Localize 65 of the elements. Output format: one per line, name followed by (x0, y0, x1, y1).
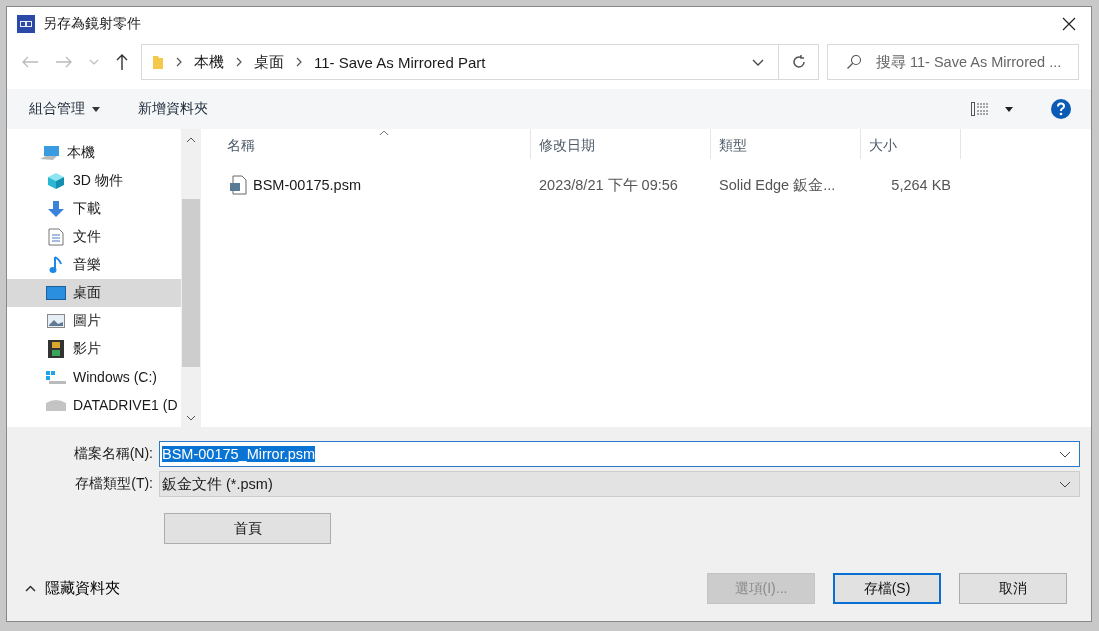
field-label: 檔案名稱(N): (72, 445, 154, 463)
help-icon[interactable] (1051, 99, 1071, 119)
hide-folders-button[interactable]: 隱藏資料夾 (19, 578, 126, 599)
column-header[interactable]: 大小 (861, 129, 961, 159)
navigation-item[interactable]: Windows (C:) (7, 363, 181, 391)
save-button[interactable]: 存檔(S) (833, 573, 941, 604)
chevron-right-icon (296, 57, 302, 67)
navigation-item[interactable]: 3D 物件 (7, 167, 181, 195)
chevron-up-icon (25, 585, 36, 592)
sort-caret-icon (379, 130, 389, 136)
up-arrow-icon[interactable] (115, 53, 129, 71)
file-type-dropdown[interactable]: 鈑金文件 (*.psm) (159, 471, 1080, 497)
film-icon (45, 340, 67, 358)
picture-frame-icon (45, 314, 67, 328)
chevron-right-icon (176, 57, 182, 67)
folder-icon (152, 54, 164, 70)
dropdown-caret-icon[interactable] (1005, 106, 1013, 112)
search-icon (846, 54, 862, 70)
home-button[interactable]: 首頁 (164, 513, 331, 544)
refresh-icon (790, 54, 807, 70)
desktop-icon (45, 286, 67, 300)
drive-icon (45, 370, 67, 384)
navigation-item[interactable]: 本機 (7, 139, 181, 167)
chevron-right-icon (236, 57, 242, 67)
navigation-item[interactable]: 下載 (7, 195, 181, 223)
window-title: 另存為鏡射零件 (43, 15, 141, 33)
document-icon (45, 228, 67, 246)
file-icon (229, 175, 247, 195)
drive-icon (45, 398, 67, 412)
computer-icon (39, 145, 61, 161)
table-cell-text: 2023/8/21 下午 09:56 (538, 175, 679, 195)
navigation-item[interactable]: 影片 (7, 335, 181, 363)
dialog-button[interactable]: 取消 (959, 573, 1067, 604)
scroll-up-icon[interactable] (186, 137, 196, 143)
column-header[interactable]: 名稱 (201, 129, 531, 159)
breadcrumb[interactable]: 11- Save As Mirrored Part (314, 53, 486, 71)
column-header[interactable]: 修改日期 (531, 129, 711, 159)
breadcrumb[interactable]: 桌面 (254, 52, 284, 72)
file-name-field[interactable]: BSM-00175_Mirror.psm (159, 441, 1080, 467)
organize-menu-button[interactable]: 組合管理 (21, 96, 108, 122)
chevron-down-icon[interactable] (752, 58, 764, 66)
new-folder-button[interactable]: 新增資料夾 (130, 96, 216, 122)
cube-icon (45, 172, 67, 190)
close-icon[interactable] (1062, 17, 1076, 31)
view-list-icon[interactable] (971, 102, 989, 116)
field-label: 存檔類型(T): (74, 475, 154, 493)
navigation-item[interactable]: 圖片 (7, 307, 181, 335)
chevron-down-icon[interactable] (1059, 450, 1071, 458)
column-header[interactable]: 類型 (711, 129, 861, 159)
scroll-down-icon[interactable] (186, 415, 196, 421)
refresh-button[interactable] (779, 44, 819, 80)
caret-icon (92, 106, 100, 112)
table-cell-text: 5,264 KB (890, 177, 952, 193)
table-cell-text: Solid Edge 鈑金... (718, 175, 837, 195)
navigation-item[interactable]: 文件 (7, 223, 181, 251)
search-field[interactable]: 搜尋 11- Save As Mirrored ... (827, 44, 1079, 80)
address-bar[interactable]: 本機 桌面 11- Save As Mirrored Part (141, 44, 779, 80)
navigation-item[interactable]: 音樂 (7, 251, 181, 279)
scrollbar[interactable] (181, 129, 201, 427)
chevron-down-icon[interactable] (1059, 480, 1071, 488)
navigation-item[interactable]: 桌面 (7, 279, 181, 307)
file-name[interactable]: BSM-00175.psm (253, 177, 361, 193)
breadcrumb[interactable]: 本機 (194, 52, 224, 72)
app-logo-icon (17, 15, 35, 33)
navigation-item[interactable]: DATADRIVE1 (D (7, 391, 181, 419)
